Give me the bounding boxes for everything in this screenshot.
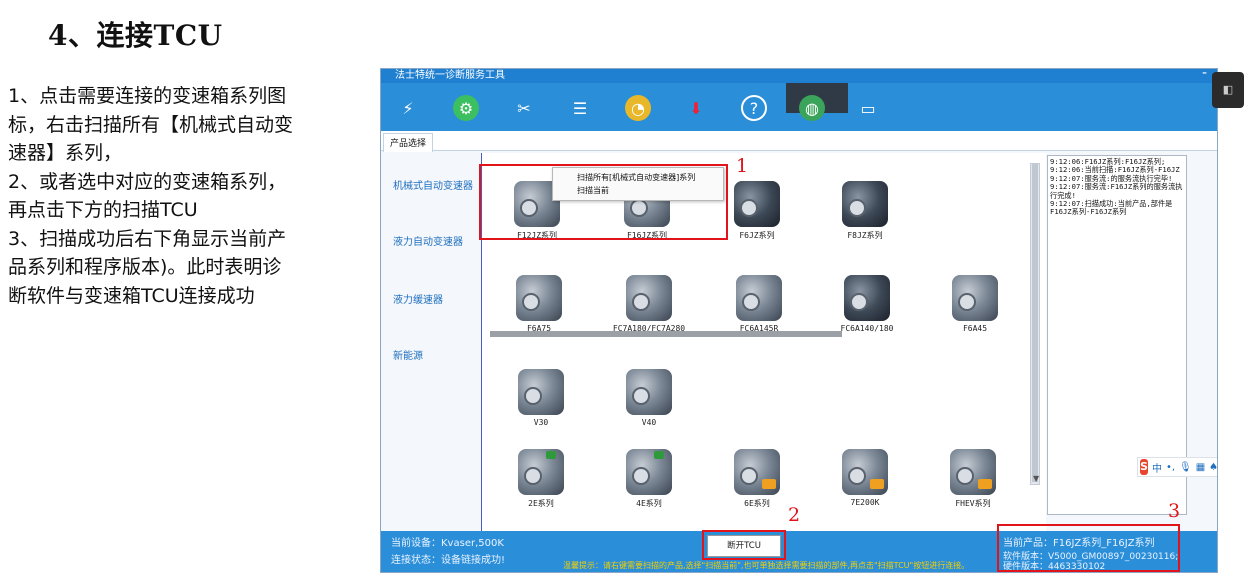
- product-item[interactable]: 6E系列: [712, 449, 802, 509]
- callout-1: 1: [736, 155, 749, 177]
- product-item[interactable]: FC7A180/FC7A280: [604, 275, 694, 333]
- step-line: 3、扫描成功后右下角显示当前产: [8, 227, 287, 250]
- scroll-down-arrow-icon[interactable]: ▼: [1033, 474, 1039, 483]
- ime-mode[interactable]: 中: [1152, 460, 1162, 475]
- gearbox-image: [950, 449, 996, 495]
- shirt-icon[interactable]: ♠: [1209, 462, 1217, 473]
- product-label: F6A45: [962, 324, 988, 333]
- product-item[interactable]: FHEV系列: [928, 449, 1018, 509]
- product-item[interactable]: V40: [604, 369, 694, 427]
- product-label: V30: [533, 418, 549, 427]
- product-label: 4E系列: [636, 499, 662, 508]
- gearbox-image: [516, 275, 562, 321]
- gearbox-image: [518, 449, 564, 495]
- punctuation-icon[interactable]: •,: [1166, 462, 1175, 473]
- gearbox-image: [734, 181, 780, 227]
- step-line: 1、点击需要连接的变速箱系列图: [8, 85, 287, 107]
- ime-toolbar: S 中 •, 🎙 ▦ ♠: [1137, 457, 1217, 477]
- product-item[interactable]: V30: [496, 369, 586, 427]
- gearbox-image: [736, 275, 782, 321]
- tools-icon[interactable]: ✂: [511, 95, 537, 121]
- product-item[interactable]: F6A75: [494, 275, 584, 333]
- chart-icon[interactable]: ◔: [625, 95, 651, 121]
- app-titlebar: 法士特统一诊断服务工具 -: [381, 69, 1217, 83]
- product-item[interactable]: FC6A140/180: [822, 275, 912, 333]
- gear-icon[interactable]: ⚙: [453, 95, 479, 121]
- toolbar: ⚡ ⚙ ✂ ☰ ◔ ⬇ ? ⌄ ◍ ▭: [381, 83, 1217, 131]
- horizontal-scrollbar[interactable]: [490, 331, 842, 337]
- step-line: 2、或者选中对应的变速箱系列，: [8, 170, 287, 193]
- gearbox-image: [626, 275, 672, 321]
- scrollbar-thumb[interactable]: [1032, 164, 1038, 482]
- product-item[interactable]: 2E系列: [496, 449, 586, 509]
- annotation-box-2: [702, 530, 786, 560]
- tabbar: 产品选择: [381, 131, 1217, 152]
- product-item[interactable]: 7E200K: [820, 449, 910, 507]
- mic-icon[interactable]: 🎙: [1179, 462, 1192, 473]
- gearbox-image: [844, 275, 890, 321]
- plug-icon[interactable]: ⚡: [395, 95, 421, 121]
- annotation-box-3: [997, 524, 1180, 572]
- product-item[interactable]: FC6A145R: [714, 275, 804, 333]
- product-label: V40: [641, 418, 657, 427]
- diagnostic-app-window: 法士特统一诊断服务工具 - ⚡ ⚙ ✂ ☰ ◔ ⬇ ? ⌄ ◍ ▭ 产品选择 机…: [380, 68, 1218, 573]
- step-line: 再点击下方的扫描TCU: [8, 199, 198, 221]
- step-line: 断软件与变速箱TCU连接成功: [8, 284, 255, 307]
- product-item[interactable]: 4E系列: [604, 449, 694, 509]
- gearbox-image: [626, 449, 672, 495]
- product-label: FHEV系列: [955, 499, 991, 508]
- monitor-icon[interactable]: ▭: [855, 95, 881, 121]
- tab-product-select[interactable]: 产品选择: [383, 133, 434, 152]
- log-line: 9:12:07:扫描成功:当前产品,部件是F16JZ系列-F16JZ系列: [1050, 199, 1173, 217]
- gearbox-image: [518, 369, 564, 415]
- product-label: F8JZ系列: [847, 231, 883, 240]
- list-icon[interactable]: ☰: [567, 95, 593, 121]
- product-label: 2E系列: [528, 499, 554, 508]
- minimize-button[interactable]: -: [1202, 69, 1207, 80]
- gearbox-image: [734, 449, 780, 495]
- sidebar-item-hydraulic[interactable]: 液力自动变速器: [393, 233, 463, 248]
- doc-steps: 1、点击需要连接的变速箱系列图 标，右击扫描所有【机械式自动变 速器】系列， 2…: [8, 82, 368, 310]
- sidebar-item-new-energy[interactable]: 新能源: [393, 347, 423, 362]
- app-title: 法士特统一诊断服务工具: [395, 70, 505, 81]
- device-status: 当前设备：Kvaser,500K: [391, 538, 504, 549]
- ime-logo-icon[interactable]: S: [1140, 459, 1148, 475]
- gearbox-image: [842, 449, 888, 495]
- doc-heading: 4、连接TCU: [48, 19, 223, 52]
- download-icon[interactable]: ⬇: [683, 95, 709, 121]
- globe-icon[interactable]: ◍: [799, 95, 825, 121]
- step-line: 标，右击扫描所有【机械式自动变: [8, 113, 294, 136]
- annotation-box-1: [479, 164, 728, 240]
- vertical-scrollbar[interactable]: [1030, 163, 1040, 485]
- step-line: 速器】系列，: [8, 142, 123, 164]
- gearbox-image: [842, 181, 888, 227]
- hint-text: 温馨提示：请右键需要扫描的产品,选择"扫描当前",也可单独选择需要扫描的部件,再…: [563, 561, 970, 570]
- step-line: 品系列和程序版本)。此时表明诊: [8, 256, 282, 278]
- log-line: 9:12:07:服务流:F16JZ系列的服务流执行完成!: [1050, 182, 1183, 200]
- keyboard-icon[interactable]: ▦: [1196, 462, 1205, 473]
- gearbox-image: [626, 369, 672, 415]
- product-item[interactable]: F6A45: [930, 275, 1020, 333]
- sidebar-item-retarder[interactable]: 液力缓速器: [393, 291, 443, 306]
- app-side-icon[interactable]: ◧: [1212, 72, 1244, 108]
- help-icon[interactable]: ?: [741, 95, 767, 121]
- gearbox-image: [952, 275, 998, 321]
- callout-2: 2: [788, 504, 801, 526]
- sidebar-item-mechanical[interactable]: 机械式自动变速器: [393, 177, 473, 192]
- connection-status: 连接状态：设备链接成功!: [391, 555, 506, 566]
- category-sidebar: 机械式自动变速器 液力自动变速器 液力缓速器 新能源: [381, 153, 481, 533]
- product-label: 7E200K: [850, 498, 880, 507]
- product-item[interactable]: F8JZ系列: [820, 181, 910, 241]
- callout-3: 3: [1168, 500, 1181, 522]
